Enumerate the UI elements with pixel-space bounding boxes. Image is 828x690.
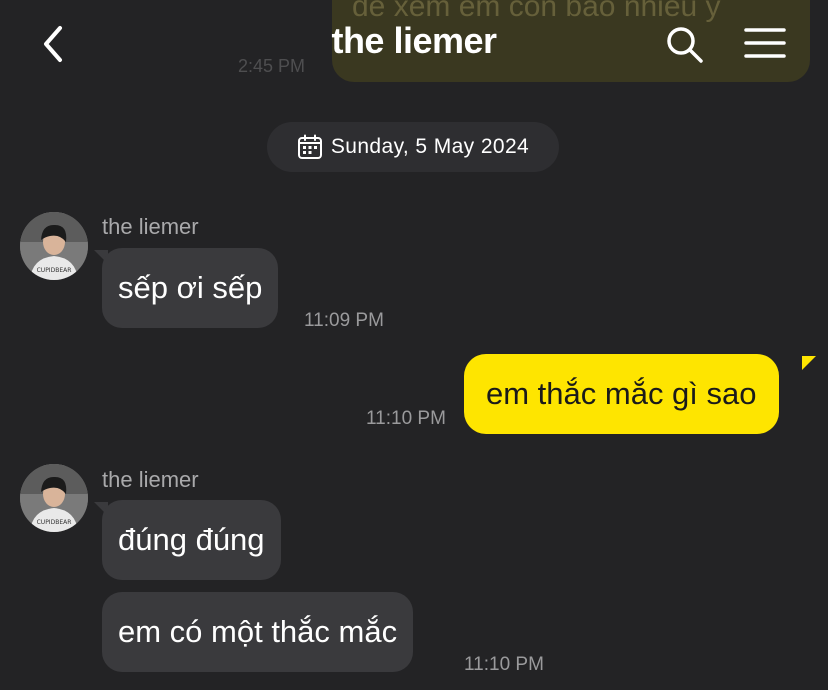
avatar[interactable]: CUPIDBEAR bbox=[20, 212, 88, 280]
message-text: em có một thắc mắc bbox=[118, 614, 398, 649]
message-text: sếp ơi sếp bbox=[118, 270, 263, 305]
avatar-shirt-text: CUPIDBEAR bbox=[37, 519, 72, 526]
calendar-icon bbox=[297, 134, 322, 159]
date-separator: Sunday, 5 May 2024 bbox=[267, 122, 559, 172]
message-bubble[interactable]: đúng đúng bbox=[102, 500, 281, 580]
chevron-left-icon bbox=[44, 26, 62, 62]
avatar[interactable]: CUPIDBEAR bbox=[20, 464, 88, 532]
search-icon bbox=[667, 27, 703, 63]
message-time: 11:09 PM bbox=[304, 310, 384, 331]
back-button[interactable] bbox=[36, 22, 76, 66]
message-bubble[interactable]: sếp ơi sếp bbox=[102, 248, 279, 328]
hamburger-menu-icon bbox=[744, 28, 786, 58]
sender-name: the liemer bbox=[102, 214, 199, 239]
search-button[interactable] bbox=[664, 24, 704, 64]
date-text: Sunday, 5 May 2024 bbox=[330, 135, 530, 158]
outgoing-message-bubble[interactable]: em thắc mắc gì sao bbox=[464, 354, 779, 434]
profile-photo: CUPIDBEAR bbox=[20, 212, 88, 280]
message-text: đúng đúng bbox=[118, 522, 265, 557]
avatar-shirt-text: CUPIDBEAR bbox=[37, 267, 72, 274]
message-time: 11:10 PM bbox=[366, 408, 446, 429]
profile-photo: CUPIDBEAR bbox=[20, 464, 88, 532]
message-time: 11:10 PM bbox=[464, 654, 544, 675]
bubble-tail bbox=[802, 356, 816, 370]
message-text: em thắc mắc gì sao bbox=[486, 376, 757, 411]
message-bubble[interactable]: em có một thắc mắc bbox=[102, 592, 414, 672]
chat-header: the liemer bbox=[0, 0, 828, 90]
sender-name: the liemer bbox=[102, 467, 199, 492]
menu-button[interactable] bbox=[744, 26, 786, 60]
